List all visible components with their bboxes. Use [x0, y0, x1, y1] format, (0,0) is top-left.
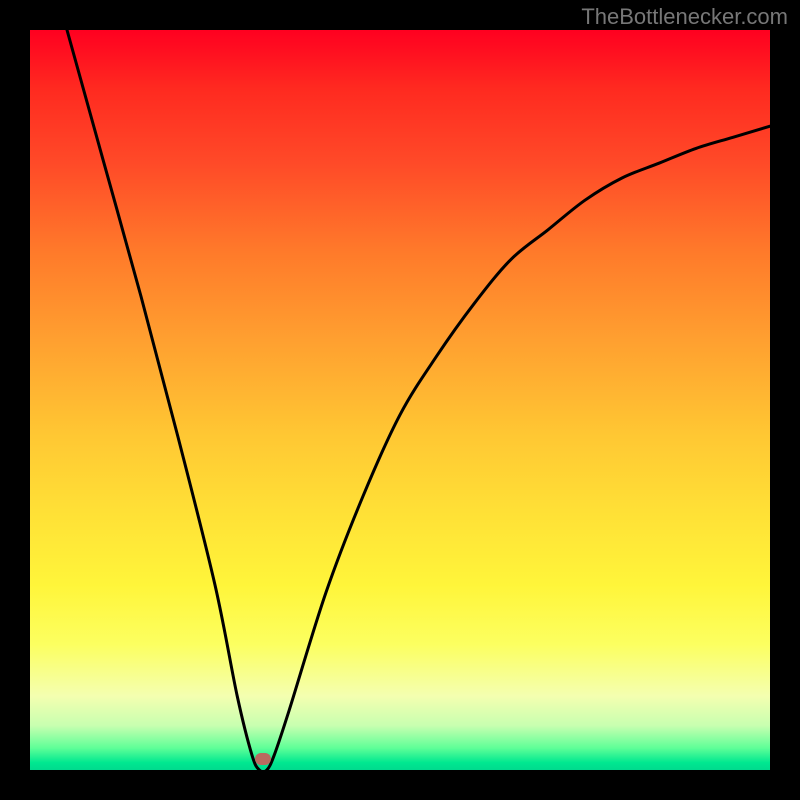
optimum-marker	[255, 753, 271, 765]
plot-area	[30, 30, 770, 770]
bottleneck-curve	[67, 30, 770, 772]
watermark-text: TheBottlenecker.com	[581, 4, 788, 30]
curve-svg	[30, 30, 770, 770]
chart-frame: TheBottlenecker.com	[0, 0, 800, 800]
